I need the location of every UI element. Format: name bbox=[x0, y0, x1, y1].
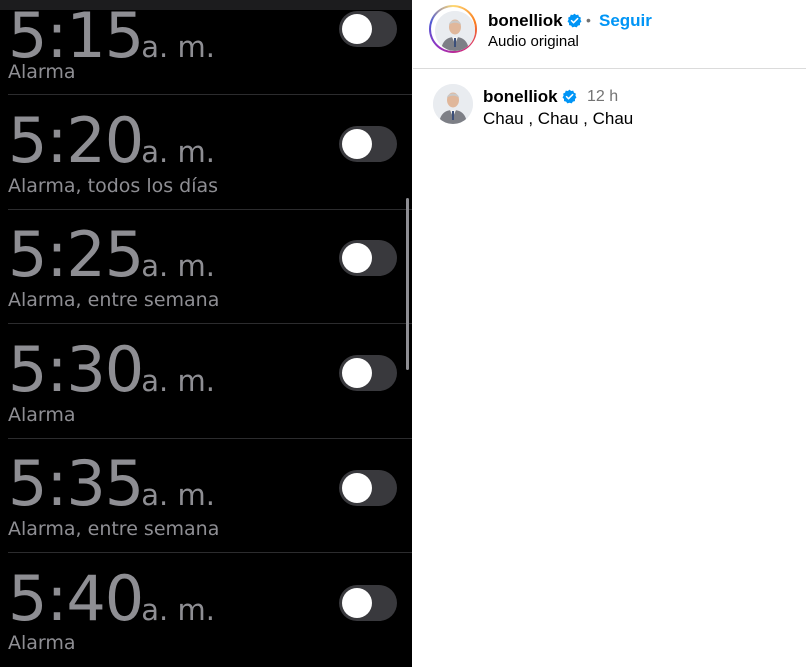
alarm-time: 5:20a. m. bbox=[8, 104, 215, 177]
follow-button[interactable]: Seguir bbox=[599, 10, 652, 31]
alarm-toggle[interactable] bbox=[339, 240, 397, 276]
alarm-row: 5:30a. m. Alarma bbox=[0, 325, 412, 439]
alarm-label: Alarma bbox=[8, 61, 76, 83]
comment-item: bonelliok 12 h Chau , Chau , Chau bbox=[413, 80, 806, 140]
avatar-image bbox=[433, 84, 473, 124]
alarm-label: Alarma, todos los días bbox=[8, 175, 219, 197]
alarm-label: Alarma, entre semana bbox=[8, 289, 220, 311]
alarm-row: 5:40a. m. Alarma bbox=[0, 554, 412, 667]
toggle-knob bbox=[342, 358, 372, 388]
divider bbox=[8, 323, 412, 324]
alarm-label: Alarma bbox=[8, 404, 76, 426]
toggle-knob bbox=[342, 14, 372, 44]
audio-subtitle[interactable]: Audio original bbox=[488, 33, 579, 51]
separator-dot: • bbox=[586, 12, 591, 28]
toggle-knob bbox=[342, 129, 372, 159]
post-panel: bonelliok • Seguir Audio original bonell… bbox=[413, 0, 806, 667]
alarm-row: 5:35a. m. Alarma, entre semana bbox=[0, 439, 412, 553]
comment-username[interactable]: bonelliok bbox=[483, 87, 577, 107]
comment-timestamp: 12 h bbox=[587, 88, 619, 105]
avatar-image bbox=[435, 11, 475, 51]
avatar[interactable] bbox=[435, 11, 475, 51]
alarm-toggle[interactable] bbox=[339, 585, 397, 621]
toggle-knob bbox=[342, 473, 372, 503]
verified-badge-icon bbox=[562, 89, 577, 104]
post-username[interactable]: bonelliok bbox=[488, 10, 582, 31]
alarm-row: 5:15a. m. Alarma bbox=[0, 0, 412, 95]
story-ring[interactable] bbox=[429, 5, 477, 53]
alarm-label: Alarma bbox=[8, 632, 76, 654]
toggle-knob bbox=[342, 243, 372, 273]
verified-badge-icon bbox=[567, 13, 582, 28]
toggle-knob bbox=[342, 588, 372, 618]
avatar[interactable] bbox=[433, 84, 473, 124]
alarm-toggle[interactable] bbox=[339, 11, 397, 47]
alarm-time: 5:25a. m. bbox=[8, 218, 215, 291]
alarm-screenshot-panel: 5:15a. m. Alarma 5:20a. m. Alarma, todos… bbox=[0, 0, 412, 667]
divider bbox=[8, 94, 412, 95]
divider bbox=[8, 552, 412, 553]
alarm-label: Alarma, entre semana bbox=[8, 518, 220, 540]
alarm-time: 5:30a. m. bbox=[8, 333, 215, 406]
alarm-row: 5:25a. m. Alarma, entre semana bbox=[0, 210, 412, 324]
alarm-time: 5:40a. m. bbox=[8, 562, 215, 635]
post-header: bonelliok • Seguir Audio original bbox=[413, 0, 806, 69]
alarm-toggle[interactable] bbox=[339, 126, 397, 162]
story-ring-inner bbox=[431, 7, 475, 51]
alarm-time: 5:35a. m. bbox=[8, 447, 215, 520]
scroll-indicator[interactable] bbox=[406, 198, 409, 370]
alarm-toggle[interactable] bbox=[339, 470, 397, 506]
alarm-row: 5:20a. m. Alarma, todos los días bbox=[0, 96, 412, 210]
alarm-toggle[interactable] bbox=[339, 355, 397, 391]
comment-text: Chau , Chau , Chau bbox=[483, 109, 634, 128]
